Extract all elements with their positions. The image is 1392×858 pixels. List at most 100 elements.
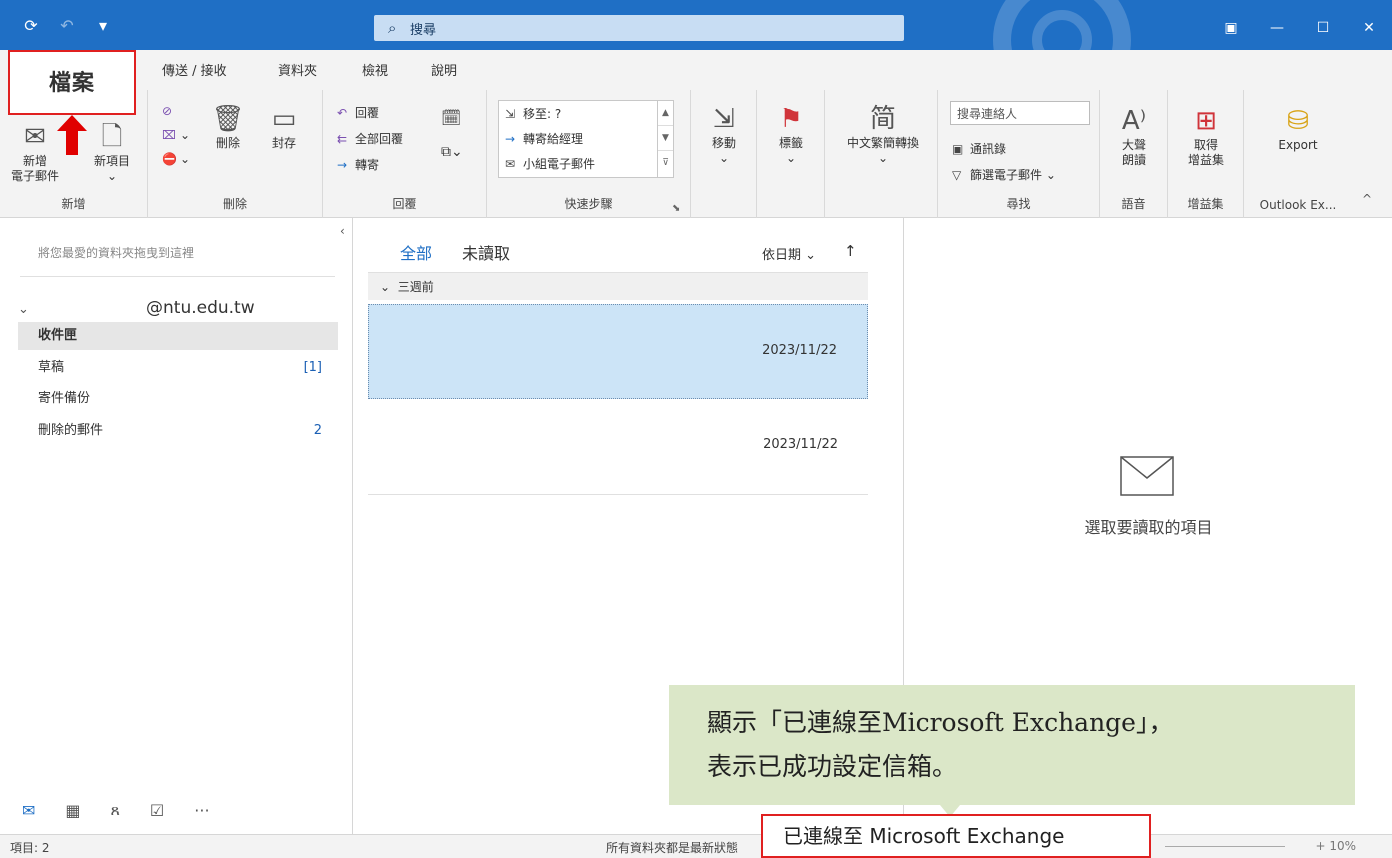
move-button[interactable]: ⇲ 移動 ⌄ [699,102,749,166]
quick-step-item[interactable]: ✉ 小組電子郵件 [505,155,595,172]
tab-view[interactable]: 檢視 [362,60,388,79]
reply-all-button[interactable]: ⇇ 全部回覆 [337,130,403,147]
sync-status: 所有資料夾都是最新狀態 [606,841,739,855]
minimize-icon[interactable]: — [1254,14,1300,42]
divider [20,276,335,277]
filter-icon: ▽ [952,168,962,182]
envelope-icon [1120,456,1174,496]
delete-button[interactable]: 🗑 刪除 [208,102,248,151]
new-item-button[interactable]: 🗋 新項目 ⌄ [84,120,140,184]
chinese-conversion-label: 中文繁簡轉換 [846,136,919,150]
get-addins-button[interactable]: ⊞ 取得 增益集 [1178,104,1234,168]
reply-button[interactable]: ↶ 回覆 [337,104,379,121]
address-book-button[interactable]: ▣ 通訊錄 [952,140,1006,157]
module-nav-bar: ✉ ▦ ጸ ☑ ··· [0,786,353,834]
account-name: @ntu.edu.tw [146,298,255,318]
delete-label: 刪除 [215,136,240,150]
ribbon-group-chinese: 简 中文繁簡轉換 ⌄ [825,90,938,218]
folder-sent[interactable]: 寄件備份 [18,385,338,413]
calendar-icon[interactable]: ▦ [65,801,80,820]
archive-icon: ▭ [271,104,297,134]
tab-unread[interactable]: 未讀取 [462,240,510,264]
new-email-button[interactable]: ✉ 新增 電子郵件 [6,120,64,184]
divider [368,494,868,495]
ribbon-display-options-icon[interactable]: ▣ [1208,14,1254,42]
customize-toolbar-icon[interactable]: ▾ [94,16,112,35]
search-people-input[interactable]: 搜尋連絡人 [950,101,1090,125]
ribbon-group-tags: ⚑ 標籤 ⌄ [757,90,825,218]
scroll-down-icon[interactable]: ▼ [658,126,673,151]
reply-icon: ↶ [337,106,348,120]
chevron-down-icon[interactable]: ⌄ [18,302,29,317]
archive-button[interactable]: ▭ 封存 [262,102,306,151]
folder-inbox[interactable]: 收件匣 [18,322,338,350]
quick-steps-list: ⇲ 移至: ? → 轉寄給經理 ✉ 小組電子郵件 ▲ ▼ ⊽ [498,100,674,178]
archive-label: 封存 [271,136,296,150]
item-count: 項目: 2 [10,841,50,855]
tab-file[interactable]: 檔案 [8,50,136,115]
new-email-label-2: 電子郵件 [10,169,59,183]
cleanup-icon[interactable]: ⌧ ⌄ [162,128,190,142]
mail-icon[interactable]: ✉ [22,801,35,820]
title-bar: ⟳ ↶ ▾ ⌕ 搜尋 ▣ — ☐ ✕ [0,0,1392,50]
folder-label: 寄件備份 [38,391,91,406]
people-icon[interactable]: ጸ [111,800,120,820]
tab-all[interactable]: 全部 [400,240,433,274]
sync-icon[interactable]: ⟳ [22,16,40,35]
zoom-slider[interactable] [1165,846,1285,847]
dialog-launcher-icon[interactable]: ⬊ [672,203,680,214]
tags-label: 標籤 [778,136,803,150]
folder-count: [1] [303,360,322,375]
filter-email-button[interactable]: ▽ 篩選電子郵件 ⌄ [952,166,1056,183]
addins-icon: ⊞ [1195,106,1217,136]
tab-folder[interactable]: 資料夾 [278,60,317,79]
chinese-conversion-button[interactable]: 简 中文繁簡轉換 ⌄ [833,102,933,166]
scroll-up-icon[interactable]: ▲ [658,101,673,126]
ribbon-group-label: 尋找 [1006,197,1031,211]
message-item[interactable]: 2023/11/22 [368,304,868,399]
callout-line-1: 顯示「已連線至Microsoft Exchange」， [707,708,1174,737]
undo-icon[interactable]: ↶ [58,16,76,35]
ribbon: ✉ 新增 電子郵件 🗋 新項目 ⌄ 新增 ⊘ ⌧ ⌄ ⛔ ⌄ 🗑 刪除 ▭ 封存 刪… [0,90,1392,218]
quick-step-item[interactable]: → 轉寄給經理 [505,130,583,147]
more-apps-icon[interactable]: ··· [194,801,209,820]
collapse-ribbon-icon[interactable]: ^ [1362,192,1372,206]
meeting-icon[interactable]: 🗓 [441,108,461,127]
export-button[interactable]: ⛁ Export [1262,104,1334,153]
move-label: 移動 [711,136,736,150]
more-respond-icon[interactable]: ⧉⌄ [441,144,463,160]
tab-send-receive[interactable]: 傳送 / 接收 [162,60,227,79]
read-aloud-button[interactable]: A⁾ 大聲 朗讀 [1108,104,1160,168]
quick-step-item[interactable]: ⇲ 移至: ? [505,105,561,122]
sort-direction-icon[interactable]: ↑ [844,242,857,260]
get-addins-label-2: 增益集 [1187,153,1224,167]
ribbon-group-label: 增益集 [1187,197,1224,211]
maximize-icon[interactable]: ☐ [1300,14,1346,42]
folder-drafts[interactable]: 草稿 [1] [18,354,338,382]
flag-icon: ⚑ [779,104,803,134]
close-icon[interactable]: ✕ [1346,14,1392,42]
annotation-callout: 顯示「已連線至Microsoft Exchange」， 表示已成功設定信箱。 [669,685,1355,805]
ignore-icon[interactable]: ⊘ [162,104,180,118]
callout-line-2: 表示已成功設定信箱。 [707,752,958,781]
folder-count: 2 [313,423,322,438]
export-label: Export [1278,138,1318,152]
zoom-level[interactable]: + 10% [1315,839,1356,853]
tasks-icon[interactable]: ☑ [150,801,164,820]
quick-steps-scroll[interactable]: ▲ ▼ ⊽ [657,101,673,177]
group-header[interactable]: ⌄ 三週前 [368,272,868,300]
expand-icon[interactable]: ⊽ [658,151,673,176]
folder-label: 收件匣 [38,328,78,343]
message-item[interactable]: 2023/11/22 [368,399,868,494]
search-box[interactable]: ⌕ 搜尋 [374,15,904,41]
forward-button[interactable]: → 轉寄 [337,156,379,173]
tab-help[interactable]: 說明 [431,60,457,79]
sort-by-dropdown[interactable]: 依日期 ⌄ [762,244,816,263]
folder-deleted[interactable]: 刪除的郵件 2 [18,417,338,445]
read-aloud-label-1: 大聲 [1121,138,1146,152]
junk-icon[interactable]: ⛔ ⌄ [162,152,190,166]
collapse-pane-icon[interactable]: ‹ [340,224,345,238]
tags-button[interactable]: ⚑ 標籤 ⌄ [765,102,817,166]
move-icon: ⇲ [713,104,735,134]
group-header-label: 三週前 [397,280,434,294]
